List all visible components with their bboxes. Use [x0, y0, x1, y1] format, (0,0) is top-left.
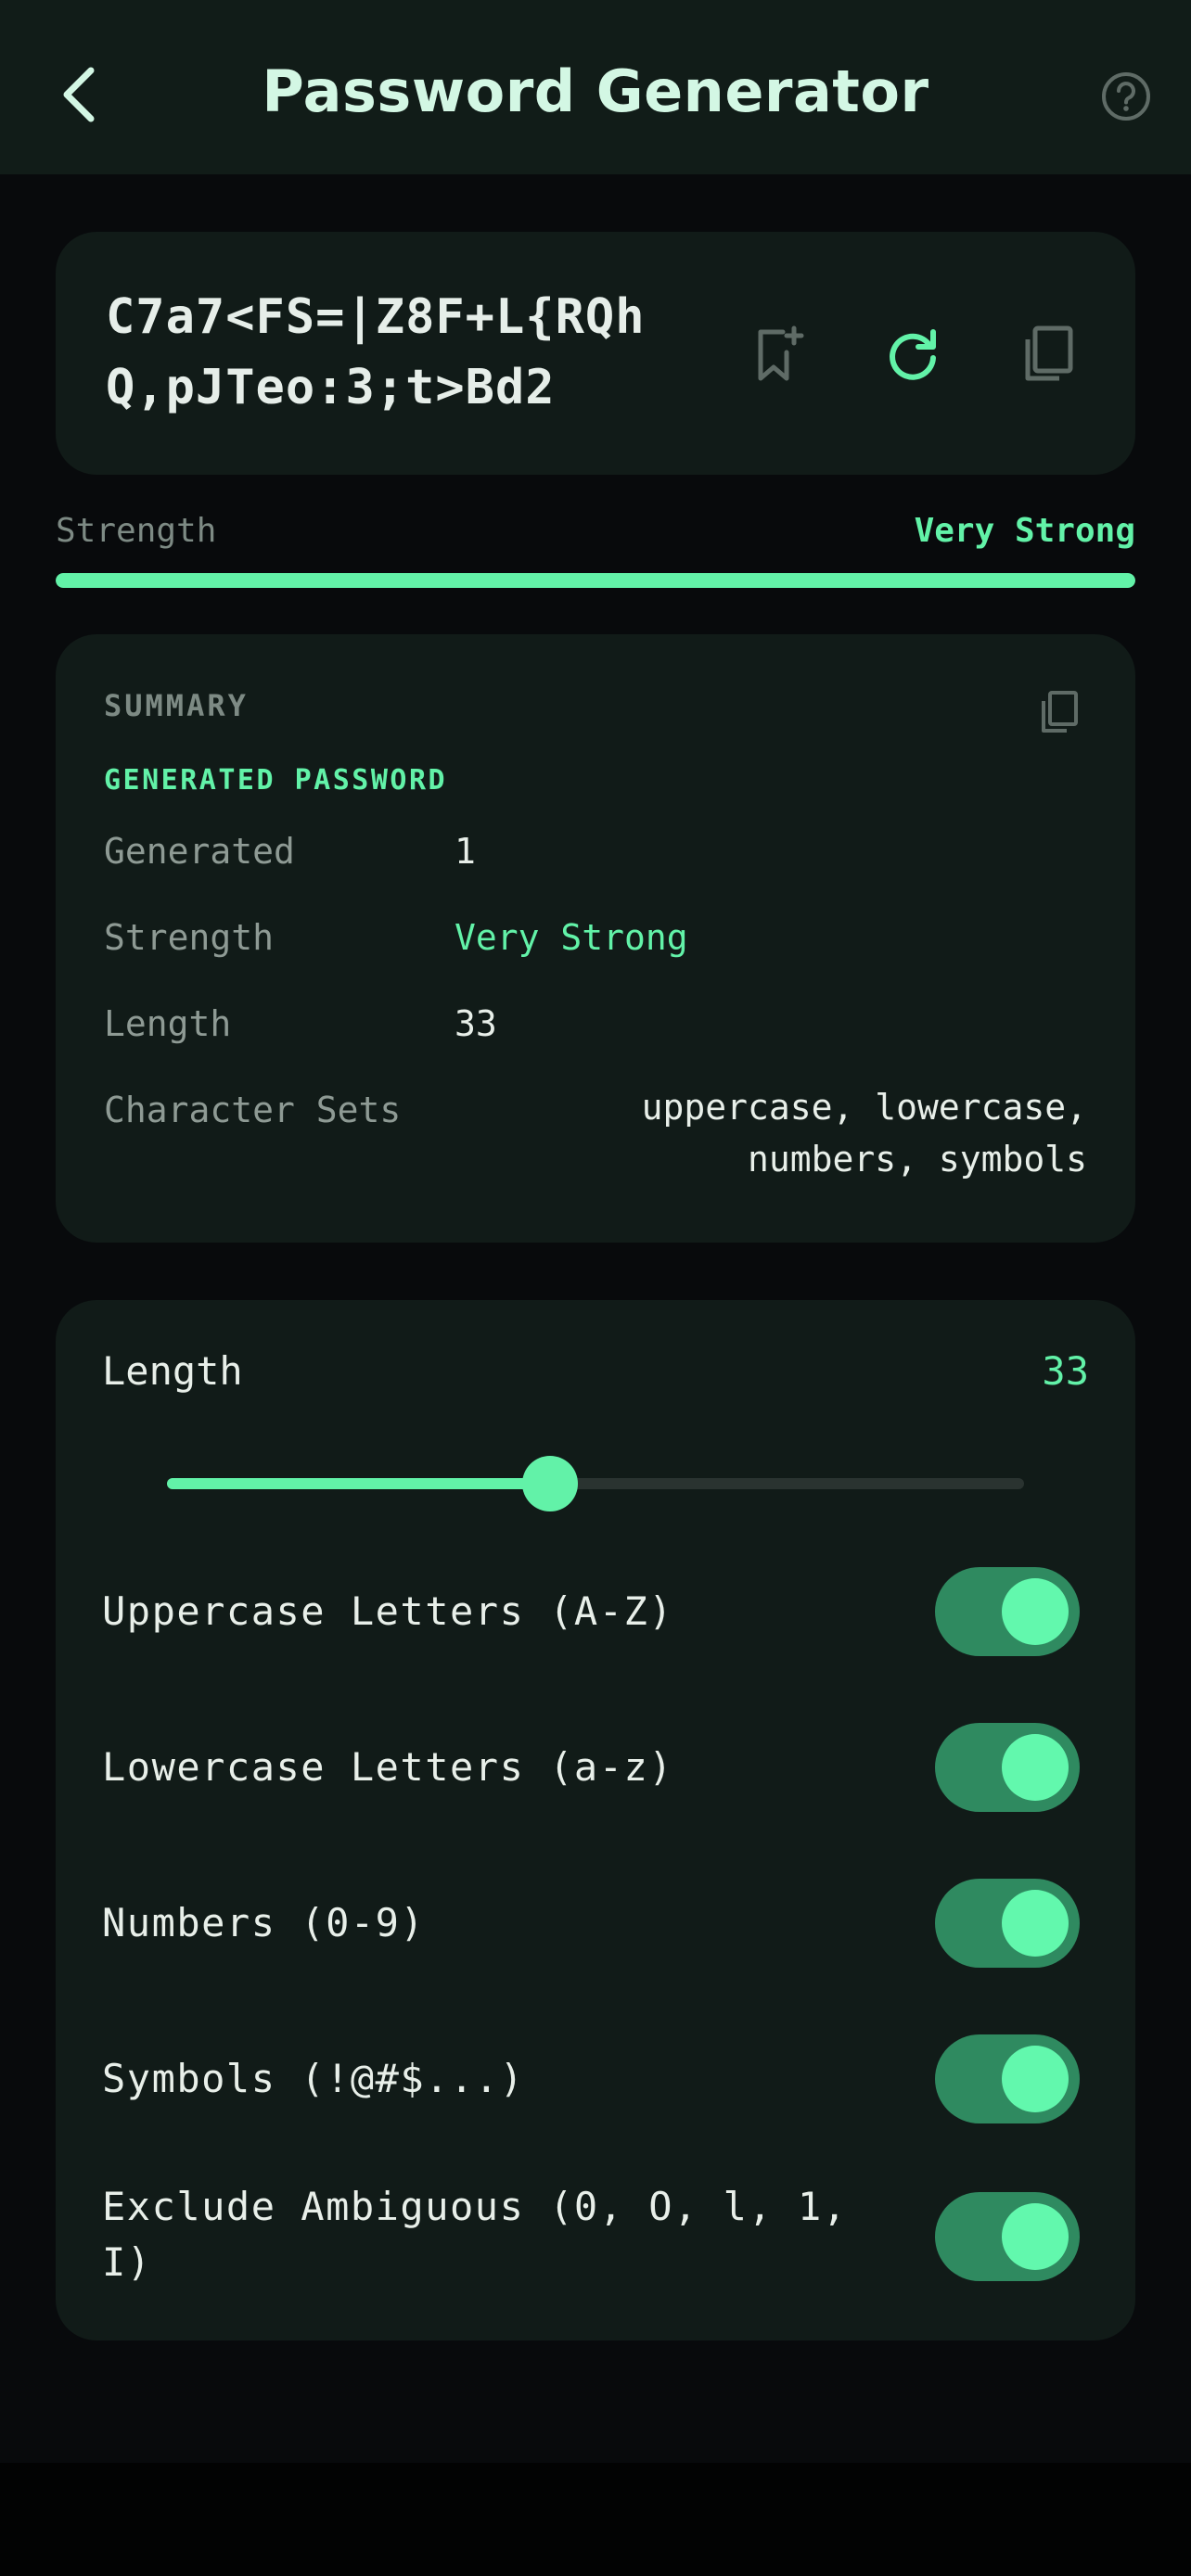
summary-length-value: 33	[455, 1003, 497, 1044]
strength-row: Strength Very Strong	[56, 512, 1135, 553]
option-numbers-label: Numbers (0-9)	[102, 1900, 426, 1945]
password-card: C7a7<FS=|Z8F+L{RQhQ,pJTeo:3;t>Bd2	[56, 232, 1135, 475]
summary-generated-label: Generated	[104, 831, 295, 872]
save-password-button[interactable]	[742, 317, 816, 391]
length-slider[interactable]	[167, 1456, 1024, 1511]
toggle-numbers[interactable]	[935, 1879, 1080, 1968]
summary-heading: SUMMARY	[104, 688, 249, 723]
toggle-knob	[1002, 1890, 1069, 1957]
copy-password-button[interactable]	[1011, 317, 1085, 391]
summary-character-sets-value: uppercase, lowercase, numbers, symbols	[641, 1087, 1087, 1180]
option-uppercase-label: Uppercase Letters (A-Z)	[102, 1588, 674, 1634]
settings-card: Length 33 Uppercase Letters (A-Z) Lowerc…	[56, 1300, 1135, 2340]
system-navigation-bar	[0, 2463, 1191, 2576]
option-lowercase-label: Lowercase Letters (a-z)	[102, 1744, 674, 1790]
help-circle-icon	[1102, 72, 1150, 121]
option-symbols-label: Symbols (!@#$...)	[102, 2056, 525, 2101]
summary-length-label: Length	[104, 1003, 232, 1044]
option-exclude-ambiguous-label: Exclude Ambiguous (0, O, l, 1, I)	[102, 2184, 848, 2285]
summary-card: SUMMARY GENERATED PASSWORD Generated 1 S…	[56, 634, 1135, 1243]
app-header: Password Generator	[0, 0, 1191, 174]
copy-icon	[1025, 325, 1073, 381]
toggle-knob	[1002, 1734, 1069, 1801]
slider-fill	[167, 1478, 551, 1489]
toggle-knob	[1002, 2046, 1069, 2112]
copy-summary-button[interactable]	[1031, 684, 1087, 740]
bookmark-add-icon	[758, 325, 804, 381]
strength-meter	[56, 573, 1135, 588]
copy-icon	[1042, 691, 1078, 733]
summary-strength-value: Very Strong	[455, 917, 688, 958]
toggle-symbols[interactable]	[935, 2034, 1080, 2123]
refresh-icon	[890, 329, 936, 380]
strength-meter-fill	[56, 573, 1135, 588]
summary-strength-label: Strength	[104, 917, 275, 958]
toggle-lowercase[interactable]	[935, 1723, 1080, 1812]
strength-value: Very Strong	[914, 512, 1135, 550]
summary-generated-value: 1	[455, 831, 476, 872]
length-value: 33	[1042, 1348, 1089, 1394]
generated-password-text[interactable]: C7a7<FS=|Z8F+L{RQhQ,pJTeo:3;t>Bd2	[106, 282, 699, 423]
toggle-exclude-ambiguous[interactable]	[935, 2192, 1080, 2281]
length-label: Length	[102, 1348, 243, 1394]
strength-label: Strength	[56, 512, 217, 550]
help-button[interactable]	[1100, 70, 1152, 122]
regenerate-button[interactable]	[876, 317, 950, 391]
summary-character-sets-label: Character Sets	[104, 1090, 402, 1130]
generated-password-section-label: GENERATED PASSWORD	[104, 764, 448, 797]
toggle-uppercase[interactable]	[935, 1567, 1080, 1656]
toggle-knob	[1002, 2203, 1069, 2270]
page-title: Password Generator	[262, 57, 929, 125]
toggle-knob	[1002, 1578, 1069, 1645]
slider-thumb[interactable]	[522, 1456, 579, 1511]
